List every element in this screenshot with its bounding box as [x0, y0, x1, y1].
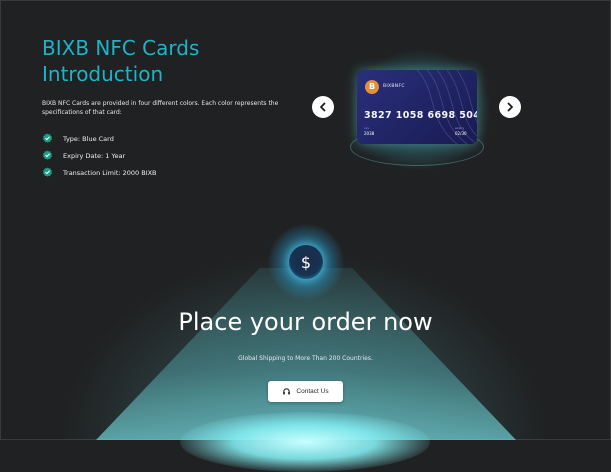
feature-item-limit: Transaction Limit: 2000 BIXB — [42, 166, 157, 179]
headset-icon — [283, 388, 291, 395]
card-right-meta: expiry — [455, 126, 465, 130]
feature-item-type: Type: Blue Card — [42, 132, 157, 145]
contact-us-button[interactable]: Contact Us — [268, 381, 343, 402]
feature-label: Expiry Date: 1 Year — [63, 151, 126, 160]
carousel-next-button[interactable] — [499, 96, 521, 118]
page-title: BIXB NFC Cards Introduction — [42, 35, 199, 87]
card-number: 3827 1058 6698 5044 — [364, 110, 477, 121]
nfc-card-image: B BIXBNFC 3827 1058 6698 5044 cvv 2038 e… — [357, 70, 477, 144]
title-line-2: Introduction — [42, 62, 164, 86]
contact-us-label: Contact Us — [296, 388, 329, 395]
card-expiry-value: 02/30 — [455, 131, 467, 136]
feature-label: Type: Blue Card — [63, 134, 114, 143]
chevron-left-icon — [320, 102, 326, 112]
card-logo-icon: B — [365, 80, 379, 94]
feature-list: Type: Blue Card Expiry Date: 1 Year Tran… — [42, 132, 157, 183]
check-badge-icon — [43, 150, 52, 160]
card-left-value: 2038 — [364, 131, 375, 136]
intro-description: BIXB NFC Cards are provided in four diff… — [42, 100, 279, 116]
card-brand: BIXBNFC — [383, 84, 405, 89]
carousel-prev-button[interactable] — [312, 96, 334, 118]
check-badge-icon — [43, 167, 52, 177]
feature-item-expiry: Expiry Date: 1 Year — [42, 149, 157, 162]
check-badge-icon — [43, 133, 52, 143]
dollar-orb-icon: $ — [289, 245, 323, 279]
title-line-1: BIXB NFC Cards — [42, 36, 200, 60]
cta-subtitle: Global Shipping to More Than 200 Countri… — [238, 355, 373, 362]
chevron-right-icon — [507, 102, 513, 112]
cta-title: Place your order now — [178, 308, 433, 336]
dollar-symbol: $ — [300, 252, 312, 272]
spotlight-floor-glow — [180, 412, 430, 472]
feature-label: Transaction Limit: 2000 BIXB — [63, 168, 157, 177]
card-left-meta: cvv — [364, 126, 370, 130]
